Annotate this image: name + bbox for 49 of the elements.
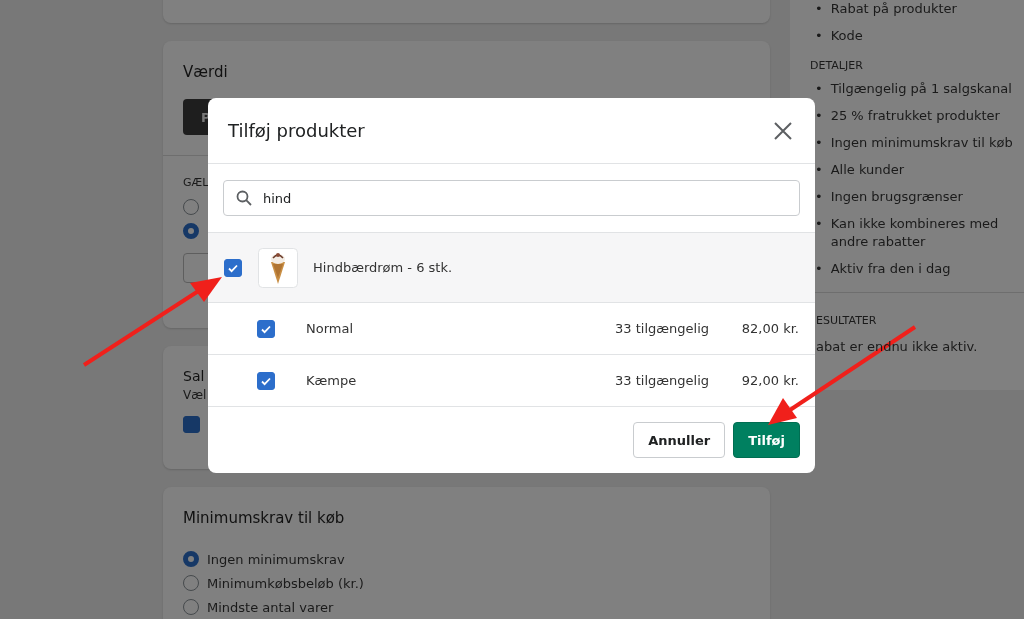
bullet: •: [815, 260, 823, 278]
product-name: Hindbærdrøm - 6 stk.: [313, 260, 453, 275]
detail-item: Alle kunder: [830, 161, 905, 179]
radio-label: Ingen minimumskrav: [207, 551, 345, 567]
section-heading: GÆL: [182, 175, 210, 189]
bullet: •: [815, 27, 823, 45]
detail-item: Kan ikke kombineres med andre rabatter: [830, 215, 1000, 251]
detail-item: Ingen minimumskrav til køb: [830, 134, 1013, 152]
detail-item: Tilgængelig på 1 salgskanal: [830, 80, 1012, 98]
dialog-title: Tilføj produkter: [228, 120, 365, 141]
variant-name: Kæmpe: [306, 373, 358, 388]
radio-label: Minimumkøbsbeløb (kr.): [207, 575, 364, 591]
checkbox[interactable]: [257, 371, 275, 390]
summary-item: Rabat på produkter: [830, 0, 957, 18]
card-title: Sal: [183, 368, 205, 384]
bullet: •: [815, 0, 823, 18]
detail-item: Ingen brugsgrænser: [830, 188, 963, 206]
search-icon: [236, 190, 252, 206]
variant-price: 82,00 kr.: [740, 321, 799, 336]
card-title: Minimumskrav til køb: [182, 508, 346, 527]
summary-item: Kode: [830, 27, 863, 45]
radio-button[interactable]: [183, 599, 199, 615]
bullet: •: [815, 107, 823, 125]
card-subtitle: Væl: [183, 388, 207, 402]
cancel-button[interactable]: Annuller: [633, 422, 726, 458]
radio-button[interactable]: [183, 223, 199, 239]
bullet: •: [815, 215, 823, 233]
checkbox[interactable]: [224, 258, 242, 277]
radio-button[interactable]: [183, 199, 199, 215]
bullet: •: [815, 134, 823, 152]
availability-text: 33 tilgængelig: [614, 373, 709, 388]
variant-name: Normal: [306, 321, 355, 336]
checkbox[interactable]: [183, 416, 200, 433]
section-heading: DETALJER: [810, 59, 864, 72]
availability-text: 33 tilgængelig: [614, 321, 709, 336]
bullet: •: [815, 161, 823, 179]
radio-button[interactable]: [183, 551, 199, 567]
section-heading: ESULTATER: [816, 314, 877, 327]
search-field[interactable]: hind: [223, 180, 800, 216]
radio-button[interactable]: [183, 575, 199, 591]
radio-label: Mindste antal varer: [207, 599, 334, 615]
bullet: •: [815, 80, 823, 98]
bullet: •: [815, 188, 823, 206]
detail-item: Aktiv fra den i dag: [830, 260, 951, 278]
variant-price: 92,00 kr.: [740, 373, 799, 388]
checkbox[interactable]: [257, 319, 275, 338]
detail-item: 25 % fratrukket produkter: [830, 107, 1000, 125]
card-title: Værdi: [182, 62, 229, 81]
add-button[interactable]: Tilføj: [733, 422, 800, 458]
